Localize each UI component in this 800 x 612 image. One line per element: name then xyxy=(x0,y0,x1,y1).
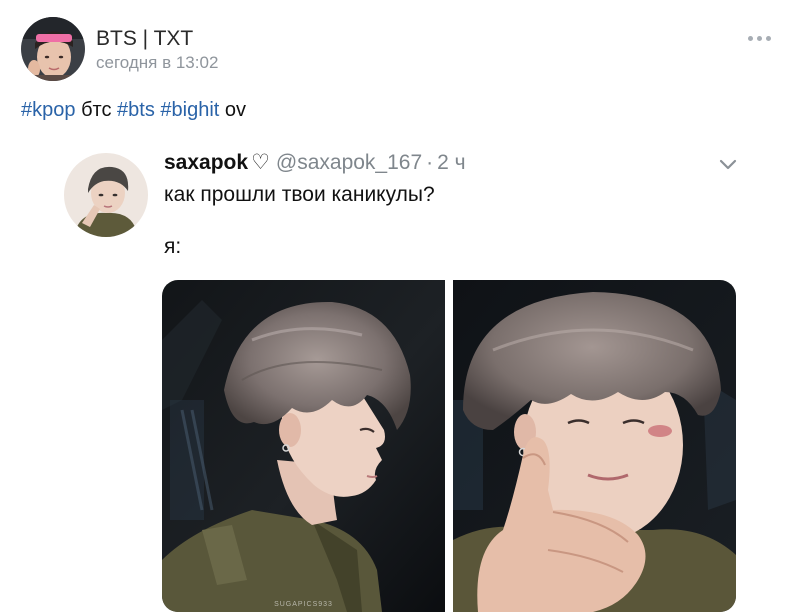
hashtag-bighit[interactable]: #bighit xyxy=(160,99,219,121)
tweet-header: saxapok ♡ @saxapok_167 · 2 ч xyxy=(164,150,466,176)
community-avatar[interactable] xyxy=(21,17,85,81)
tweet-photo-thumbs-up[interactable] xyxy=(453,280,736,612)
photo-watermark: SUGAPICS933 xyxy=(274,601,333,608)
heart-icon: ♡ xyxy=(251,151,270,174)
post-word: бтс xyxy=(81,99,112,121)
chevron-down-icon[interactable] xyxy=(716,154,740,174)
separator-dot: · xyxy=(426,151,434,174)
hashtag-kpop[interactable]: #kpop xyxy=(21,99,76,121)
post-word: ov xyxy=(224,99,247,121)
community-name[interactable]: BTS | TXT xyxy=(96,27,193,51)
tweet-text-line: как прошли твои каникулы? xyxy=(164,183,435,206)
hashtag-bts[interactable]: #bts xyxy=(117,99,155,121)
tweet-author-avatar[interactable] xyxy=(64,153,148,237)
tweet-text-line: я: xyxy=(164,235,182,258)
tweet-photo-profile[interactable]: SUGAPICS933 xyxy=(162,280,445,612)
tweet-time[interactable]: 2 ч xyxy=(437,151,465,174)
post-text: #kpop бтс #bts #bighit ov xyxy=(21,98,246,122)
tweet-handle[interactable]: @saxapok_167 xyxy=(276,151,422,174)
tweet-media-grid: SUGAPICS933 xyxy=(162,280,736,612)
tweet-display-name[interactable]: saxapok xyxy=(164,151,248,174)
more-horizontal-icon[interactable] xyxy=(747,30,773,46)
vk-post: BTS | TXT сегодня в 13:02 #kpop бтс #bts… xyxy=(0,0,800,612)
post-timestamp[interactable]: сегодня в 13:02 xyxy=(96,53,218,73)
